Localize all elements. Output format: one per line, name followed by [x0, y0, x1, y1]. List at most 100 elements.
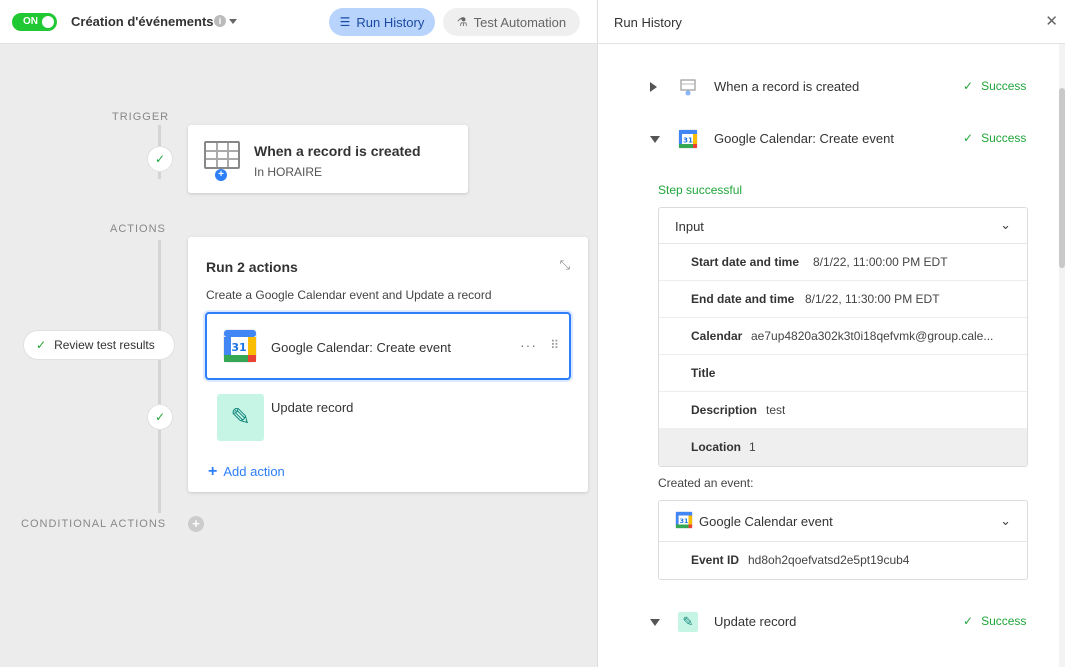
- caret-down-icon[interactable]: [229, 19, 237, 24]
- add-action-button[interactable]: + Add action: [208, 463, 285, 481]
- field-key: Title: [691, 366, 716, 380]
- info-icon[interactable]: i: [214, 15, 226, 27]
- automation-toggle[interactable]: ON: [12, 13, 57, 31]
- svg-text:31: 31: [680, 518, 689, 525]
- step-status: ✓ Success: [963, 79, 1026, 93]
- actions-card: Run 2 actions ⤡ Create a Google Calendar…: [188, 237, 588, 492]
- trigger-card[interactable]: + When a record is created In HORAIRE: [188, 125, 468, 193]
- field-key: End date and time: [691, 292, 795, 306]
- step-status: ✓ Success: [963, 131, 1026, 145]
- collapse-step-icon[interactable]: [650, 136, 660, 143]
- chevron-down-icon[interactable]: ⌄: [1000, 217, 1011, 233]
- action-google-calendar[interactable]: 31 Google Calendar: Create event ··· ⠿: [205, 312, 571, 380]
- input-field-row: Description test: [659, 392, 1027, 429]
- input-field-row: Start date and time 8/1/22, 11:00:00 PM …: [659, 244, 1027, 281]
- input-field-row: End date and time 8/1/22, 11:30:00 PM ED…: [659, 281, 1027, 318]
- input-section: Input ⌄ Start date and time 8/1/22, 11:0…: [658, 207, 1028, 467]
- svg-text:31: 31: [231, 341, 246, 354]
- step-successful-label: Step successful: [658, 183, 743, 197]
- field-key: Description: [691, 403, 758, 417]
- step-row-trigger[interactable]: When a record is created ✓ Success: [598, 72, 1058, 102]
- check-icon: ✓: [963, 79, 974, 93]
- action-label: Update record: [271, 400, 354, 415]
- input-heading: Input: [675, 219, 704, 234]
- panel-header: Run History ✕: [598, 0, 1065, 44]
- field-key: Calendar: [691, 329, 743, 343]
- google-calendar-icon: 31: [223, 329, 257, 363]
- field-value: 1: [749, 440, 756, 454]
- field-key: Event ID: [691, 553, 740, 567]
- step-label: When a record is created: [714, 79, 860, 94]
- list-icon: ☰: [339, 15, 351, 29]
- step-status: ✓ Success: [963, 614, 1026, 628]
- add-action-label: Add action: [223, 464, 285, 479]
- collapse-icon[interactable]: ⤡: [560, 257, 570, 273]
- run-history-label: Run History: [356, 14, 425, 30]
- field-key: Location: [691, 440, 741, 454]
- collapse-step-icon[interactable]: [650, 619, 660, 626]
- more-options-icon[interactable]: ···: [520, 337, 537, 353]
- review-label: Review test results: [54, 338, 155, 352]
- flask-icon: ⚗: [456, 15, 468, 29]
- run-history-button[interactable]: ☰ Run History: [329, 8, 435, 36]
- field-value: test: [766, 403, 786, 417]
- flow-line: [158, 240, 161, 513]
- table-icon: [204, 141, 240, 169]
- test-automation-label: Test Automation: [473, 14, 567, 30]
- conditional-section-label: CONDITIONAL ACTIONS: [21, 518, 167, 530]
- panel-title: Run History: [614, 15, 682, 30]
- automation-title[interactable]: Création d'événements: [71, 14, 214, 29]
- trigger-section-label: TRIGGER: [112, 111, 170, 123]
- toggle-label: ON: [23, 16, 38, 27]
- trigger-title: When a record is created: [254, 143, 421, 159]
- step-row-update-record[interactable]: ✎ Update record ✓ Success: [598, 607, 1058, 637]
- created-event-label: Created an event:: [658, 476, 754, 490]
- event-header[interactable]: 31 Google Calendar event ⌄: [659, 501, 1027, 542]
- event-field-row: Event ID hd8oh2qoefvatsd2e5pt19cub4: [659, 542, 1027, 579]
- automation-canvas: TRIGGER ACTIONS CONDITIONAL ACTIONS ✓ ✓ …: [0, 44, 597, 667]
- step-label: Update record: [714, 614, 797, 629]
- field-value: ae7up4820a302k3t0i18qefvmk@group.cale...: [751, 329, 994, 343]
- field-key: Start date and time: [691, 255, 800, 269]
- chevron-down-icon[interactable]: ⌄: [1000, 513, 1011, 529]
- step-row-google-calendar[interactable]: 31 Google Calendar: Create event ✓ Succes…: [598, 124, 1058, 154]
- field-value: hd8oh2qoefvatsd2e5pt19cub4: [748, 553, 910, 567]
- input-field-row: Title: [659, 355, 1027, 392]
- test-automation-button[interactable]: ⚗ Test Automation: [443, 8, 580, 36]
- scrollbar-thumb[interactable]: [1059, 88, 1065, 268]
- status-text: Success: [981, 79, 1027, 93]
- table-icon: [680, 79, 696, 96]
- check-icon: ✓: [36, 338, 47, 352]
- field-value: 8/1/22, 11:00:00 PM EDT: [813, 255, 948, 269]
- close-icon[interactable]: ✕: [1045, 12, 1058, 30]
- actions-subtitle: Create a Google Calendar event and Updat…: [206, 288, 492, 302]
- plus-icon: +: [208, 463, 218, 480]
- input-header[interactable]: Input ⌄: [659, 208, 1027, 244]
- drag-handle-icon[interactable]: ⠿: [550, 338, 559, 352]
- event-section: 31 Google Calendar event ⌄ Event ID hd8o…: [658, 500, 1028, 580]
- automation-header: ON Création d'événements i ☰ Run History…: [0, 0, 597, 44]
- review-test-results-button[interactable]: ✓ Review test results: [23, 330, 175, 360]
- field-value: 8/1/22, 11:30:00 PM EDT: [805, 292, 940, 306]
- svg-text:31: 31: [683, 137, 693, 145]
- trigger-subtitle: In HORAIRE: [254, 165, 323, 179]
- run-history-panel: Run History ✕ When a record is created ✓…: [597, 0, 1065, 667]
- step-label: Google Calendar: Create event: [714, 131, 894, 146]
- event-heading: Google Calendar event: [699, 514, 833, 529]
- expand-icon[interactable]: [650, 82, 657, 92]
- google-calendar-icon: 31: [678, 129, 698, 149]
- check-icon: ✓: [963, 131, 974, 145]
- add-conditional-icon[interactable]: +: [188, 516, 204, 532]
- actions-title: Run 2 actions: [206, 259, 298, 275]
- action-label: Google Calendar: Create event: [271, 340, 451, 355]
- actions-section-label: ACTIONS: [110, 223, 166, 235]
- action-check-icon: ✓: [147, 404, 173, 430]
- input-field-row: Calendar ae7up4820a302k3t0i18qefvmk@grou…: [659, 318, 1027, 355]
- check-icon: ✓: [963, 614, 974, 628]
- toggle-knob: [42, 16, 54, 28]
- google-calendar-icon: 31: [675, 511, 693, 529]
- pencil-icon: ✎: [678, 612, 698, 632]
- action-update-record[interactable]: ✎ Update record: [205, 384, 571, 452]
- plus-badge-icon: +: [215, 169, 227, 181]
- pencil-icon: ✎: [217, 394, 264, 441]
